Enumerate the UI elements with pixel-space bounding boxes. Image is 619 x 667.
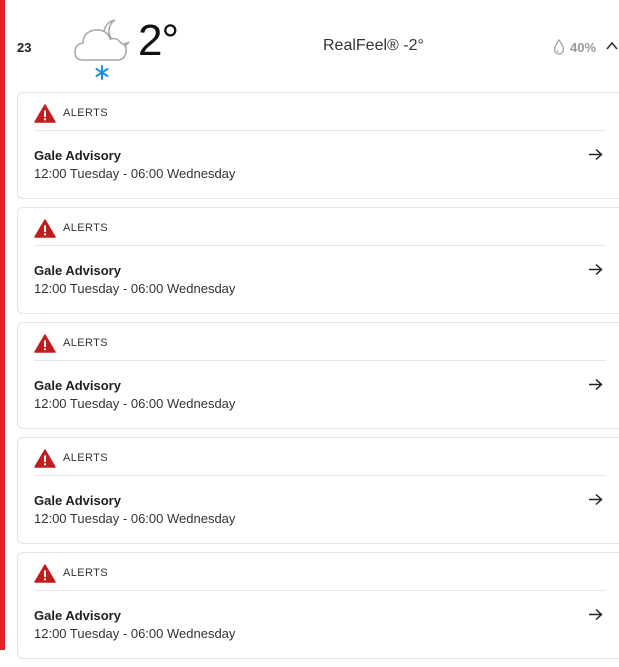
warning-triangle-icon (34, 103, 56, 123)
alert-card-header: ALERTS (34, 103, 108, 123)
alert-card[interactable]: ALERTS Gale Advisory 12:00 Tuesday - 06:… (17, 207, 619, 314)
precipitation-value: 40% (570, 39, 597, 55)
alert-card[interactable]: ALERTS Gale Advisory 12:00 Tuesday - 06:… (17, 92, 619, 199)
alerts-list: ALERTS Gale Advisory 12:00 Tuesday - 06:… (17, 92, 619, 667)
raindrop-icon (553, 39, 565, 55)
hourly-forecast-header[interactable]: 23 2° RealFeel® -2° 40% (5, 0, 619, 92)
arrow-right-icon[interactable] (588, 263, 603, 276)
alert-title[interactable]: Gale Advisory (34, 148, 121, 163)
alert-category-label: ALERTS (63, 567, 108, 579)
divider (34, 130, 606, 131)
alert-time-range: 12:00 Tuesday - 06:00 Wednesday (34, 281, 236, 296)
divider (34, 245, 606, 246)
divider (34, 590, 606, 591)
alert-card[interactable]: ALERTS Gale Advisory 12:00 Tuesday - 06:… (17, 322, 619, 429)
warning-triangle-icon (34, 333, 56, 353)
chevron-up-icon[interactable] (606, 41, 618, 50)
alert-time-range: 12:00 Tuesday - 06:00 Wednesday (34, 166, 236, 181)
warning-triangle-icon (34, 218, 56, 238)
alert-category-label: ALERTS (63, 107, 108, 119)
alert-category-label: ALERTS (63, 222, 108, 234)
warning-triangle-icon (34, 448, 56, 468)
alert-time-range: 12:00 Tuesday - 06:00 Wednesday (34, 396, 236, 411)
alert-card[interactable]: ALERTS Gale Advisory 12:00 Tuesday - 06:… (17, 437, 619, 544)
alert-title[interactable]: Gale Advisory (34, 608, 121, 623)
alert-category-label: ALERTS (63, 452, 108, 464)
arrow-right-icon[interactable] (588, 493, 603, 506)
alert-category-label: ALERTS (63, 337, 108, 349)
alert-title[interactable]: Gale Advisory (34, 493, 121, 508)
divider (34, 475, 606, 476)
temperature: 2° (138, 16, 179, 65)
alert-title[interactable]: Gale Advisory (34, 378, 121, 393)
warning-triangle-icon (34, 563, 56, 583)
divider (34, 360, 606, 361)
arrow-right-icon[interactable] (588, 608, 603, 621)
hour-label: 23 (17, 40, 32, 55)
realfeel-temperature: RealFeel® -2° (323, 37, 424, 54)
alert-card-header: ALERTS (34, 563, 108, 583)
cloudy-night-snow-icon (74, 19, 130, 80)
alert-card[interactable]: ALERTS Gale Advisory 12:00 Tuesday - 06:… (17, 552, 619, 659)
alert-card-header: ALERTS (34, 218, 108, 238)
alert-time-range: 12:00 Tuesday - 06:00 Wednesday (34, 626, 236, 641)
precipitation-probability: 40% (553, 38, 596, 56)
alert-title[interactable]: Gale Advisory (34, 263, 121, 278)
arrow-right-icon[interactable] (588, 148, 603, 161)
arrow-right-icon[interactable] (588, 378, 603, 391)
hour-accent-bar (0, 0, 5, 650)
alert-card-header: ALERTS (34, 333, 108, 353)
alert-time-range: 12:00 Tuesday - 06:00 Wednesday (34, 511, 236, 526)
alert-card-header: ALERTS (34, 448, 108, 468)
